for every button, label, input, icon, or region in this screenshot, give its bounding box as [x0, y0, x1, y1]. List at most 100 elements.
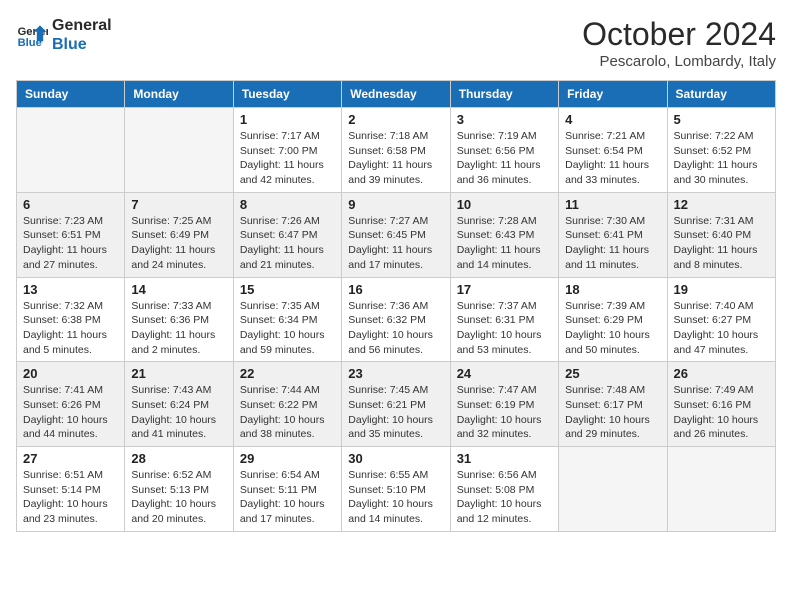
calendar-cell: 17 Sunrise: 7:37 AMSunset: 6:31 PMDayligh…: [450, 277, 558, 362]
day-number: 10: [457, 197, 552, 212]
calendar-cell: 26 Sunrise: 7:49 AMSunset: 6:16 PMDayligh…: [667, 362, 775, 447]
logo-blue: Blue: [52, 35, 112, 54]
calendar-week-row: 13Sunrise: 7:32 AMSunset: 6:38 PMDayligh…: [17, 277, 776, 362]
day-number: 17: [457, 282, 552, 297]
calendar-cell: 9 Sunrise: 7:27 AMSunset: 6:45 PMDaylight…: [342, 192, 450, 277]
calendar-cell: 22Sunrise: 7:44 AMSunset: 6:22 PMDayligh…: [233, 362, 341, 447]
calendar-header-saturday: Saturday: [667, 81, 775, 108]
day-number: 27: [23, 451, 118, 466]
day-number: 14: [131, 282, 226, 297]
calendar-cell: 10 Sunrise: 7:28 AMSunset: 6:43 PMDayligh…: [450, 192, 558, 277]
calendar-cell: 21 Sunrise: 7:43 AMSunset: 6:24 PMDayligh…: [125, 362, 233, 447]
logo: General Blue General Blue: [16, 16, 112, 54]
day-info: Sunrise: 7:19 AMSunset: 6:56 PMDaylight:…: [457, 129, 552, 188]
calendar-week-row: 6 Sunrise: 7:23 AMSunset: 6:51 PMDaylight…: [17, 192, 776, 277]
logo-general: General: [52, 16, 112, 35]
calendar-header-tuesday: Tuesday: [233, 81, 341, 108]
calendar-cell: 7Sunrise: 7:25 AMSunset: 6:49 PMDaylight…: [125, 192, 233, 277]
location-title: Pescarolo, Lombardy, Italy: [582, 53, 776, 70]
calendar-cell: 1 Sunrise: 7:17 AMSunset: 7:00 PMDaylight…: [233, 108, 341, 193]
day-number: 12: [674, 197, 769, 212]
calendar-header-row: SundayMondayTuesdayWednesdayThursdayFrid…: [17, 81, 776, 108]
day-info: Sunrise: 7:41 AMSunset: 6:26 PMDaylight:…: [23, 383, 118, 442]
day-info: Sunrise: 7:40 AMSunset: 6:27 PMDaylight:…: [674, 299, 769, 358]
day-number: 28: [131, 451, 226, 466]
calendar-cell: 16Sunrise: 7:36 AMSunset: 6:32 PMDayligh…: [342, 277, 450, 362]
svg-text:General: General: [18, 26, 48, 38]
calendar-cell: 28 Sunrise: 6:52 AMSunset: 5:13 PMDayligh…: [125, 447, 233, 532]
calendar-cell: 29 Sunrise: 6:54 AMSunset: 5:11 PMDayligh…: [233, 447, 341, 532]
day-number: 24: [457, 366, 552, 381]
day-number: 23: [348, 366, 443, 381]
title-area: October 2024 Pescarolo, Lombardy, Italy: [582, 16, 776, 70]
day-number: 20: [23, 366, 118, 381]
header: General Blue General Blue October 2024 P…: [16, 16, 776, 70]
calendar-header-sunday: Sunday: [17, 81, 125, 108]
day-number: 6: [23, 197, 118, 212]
day-number: 15: [240, 282, 335, 297]
day-info: Sunrise: 7:17 AMSunset: 7:00 PMDaylight:…: [240, 129, 335, 188]
day-number: 9: [348, 197, 443, 212]
day-info: Sunrise: 7:45 AMSunset: 6:21 PMDaylight:…: [348, 383, 443, 442]
calendar-header-thursday: Thursday: [450, 81, 558, 108]
calendar-cell: 19 Sunrise: 7:40 AMSunset: 6:27 PMDayligh…: [667, 277, 775, 362]
day-number: 4: [565, 112, 660, 127]
calendar-cell: 13Sunrise: 7:32 AMSunset: 6:38 PMDayligh…: [17, 277, 125, 362]
day-info: Sunrise: 7:43 AMSunset: 6:24 PMDaylight:…: [131, 383, 226, 442]
calendar-cell: 27 Sunrise: 6:51 AMSunset: 5:14 PMDayligh…: [17, 447, 125, 532]
day-info: Sunrise: 6:55 AMSunset: 5:10 PMDaylight:…: [348, 468, 443, 527]
day-info: Sunrise: 7:23 AMSunset: 6:51 PMDaylight:…: [23, 214, 118, 273]
day-number: 25: [565, 366, 660, 381]
day-info: Sunrise: 7:37 AMSunset: 6:31 PMDaylight:…: [457, 299, 552, 358]
day-info: Sunrise: 7:31 AMSunset: 6:40 PMDaylight:…: [674, 214, 769, 273]
calendar-cell: 11Sunrise: 7:30 AMSunset: 6:41 PMDayligh…: [559, 192, 667, 277]
day-info: Sunrise: 7:27 AMSunset: 6:45 PMDaylight:…: [348, 214, 443, 273]
day-info: Sunrise: 6:52 AMSunset: 5:13 PMDaylight:…: [131, 468, 226, 527]
day-info: Sunrise: 6:56 AMSunset: 5:08 PMDaylight:…: [457, 468, 552, 527]
calendar-cell: 12 Sunrise: 7:31 AMSunset: 6:40 PMDayligh…: [667, 192, 775, 277]
calendar-cell: 18 Sunrise: 7:39 AMSunset: 6:29 PMDayligh…: [559, 277, 667, 362]
calendar-cell: 5 Sunrise: 7:22 AMSunset: 6:52 PMDaylight…: [667, 108, 775, 193]
calendar-cell: [559, 447, 667, 532]
calendar-cell: 31 Sunrise: 6:56 AMSunset: 5:08 PMDayligh…: [450, 447, 558, 532]
day-info: Sunrise: 7:18 AMSunset: 6:58 PMDaylight:…: [348, 129, 443, 188]
calendar-cell: 14Sunrise: 7:33 AMSunset: 6:36 PMDayligh…: [125, 277, 233, 362]
day-info: Sunrise: 7:49 AMSunset: 6:16 PMDaylight:…: [674, 383, 769, 442]
calendar-header-wednesday: Wednesday: [342, 81, 450, 108]
calendar-header-friday: Friday: [559, 81, 667, 108]
day-number: 31: [457, 451, 552, 466]
day-number: 5: [674, 112, 769, 127]
day-info: Sunrise: 7:30 AMSunset: 6:41 PMDaylight:…: [565, 214, 660, 273]
calendar-week-row: 27 Sunrise: 6:51 AMSunset: 5:14 PMDayligh…: [17, 447, 776, 532]
day-info: Sunrise: 7:32 AMSunset: 6:38 PMDaylight:…: [23, 299, 118, 358]
day-number: 21: [131, 366, 226, 381]
day-number: 26: [674, 366, 769, 381]
day-number: 29: [240, 451, 335, 466]
calendar-cell: 25 Sunrise: 7:48 AMSunset: 6:17 PMDayligh…: [559, 362, 667, 447]
calendar-cell: 4Sunrise: 7:21 AMSunset: 6:54 PMDaylight…: [559, 108, 667, 193]
day-number: 1: [240, 112, 335, 127]
day-number: 30: [348, 451, 443, 466]
day-info: Sunrise: 7:39 AMSunset: 6:29 PMDaylight:…: [565, 299, 660, 358]
day-info: Sunrise: 7:22 AMSunset: 6:52 PMDaylight:…: [674, 129, 769, 188]
day-info: Sunrise: 6:54 AMSunset: 5:11 PMDaylight:…: [240, 468, 335, 527]
calendar-cell: 20 Sunrise: 7:41 AMSunset: 6:26 PMDayligh…: [17, 362, 125, 447]
day-number: 2: [348, 112, 443, 127]
calendar-cell: [125, 108, 233, 193]
calendar-cell: 30 Sunrise: 6:55 AMSunset: 5:10 PMDayligh…: [342, 447, 450, 532]
day-info: Sunrise: 6:51 AMSunset: 5:14 PMDaylight:…: [23, 468, 118, 527]
day-number: 22: [240, 366, 335, 381]
day-info: Sunrise: 7:28 AMSunset: 6:43 PMDaylight:…: [457, 214, 552, 273]
calendar-cell: [17, 108, 125, 193]
day-number: 16: [348, 282, 443, 297]
calendar-cell: 15 Sunrise: 7:35 AMSunset: 6:34 PMDayligh…: [233, 277, 341, 362]
day-info: Sunrise: 7:48 AMSunset: 6:17 PMDaylight:…: [565, 383, 660, 442]
calendar-cell: 23 Sunrise: 7:45 AMSunset: 6:21 PMDayligh…: [342, 362, 450, 447]
day-info: Sunrise: 7:35 AMSunset: 6:34 PMDaylight:…: [240, 299, 335, 358]
calendar-cell: 3Sunrise: 7:19 AMSunset: 6:56 PMDaylight…: [450, 108, 558, 193]
day-number: 18: [565, 282, 660, 297]
day-number: 19: [674, 282, 769, 297]
calendar: SundayMondayTuesdayWednesdayThursdayFrid…: [16, 80, 776, 532]
day-info: Sunrise: 7:47 AMSunset: 6:19 PMDaylight:…: [457, 383, 552, 442]
calendar-week-row: 20 Sunrise: 7:41 AMSunset: 6:26 PMDayligh…: [17, 362, 776, 447]
